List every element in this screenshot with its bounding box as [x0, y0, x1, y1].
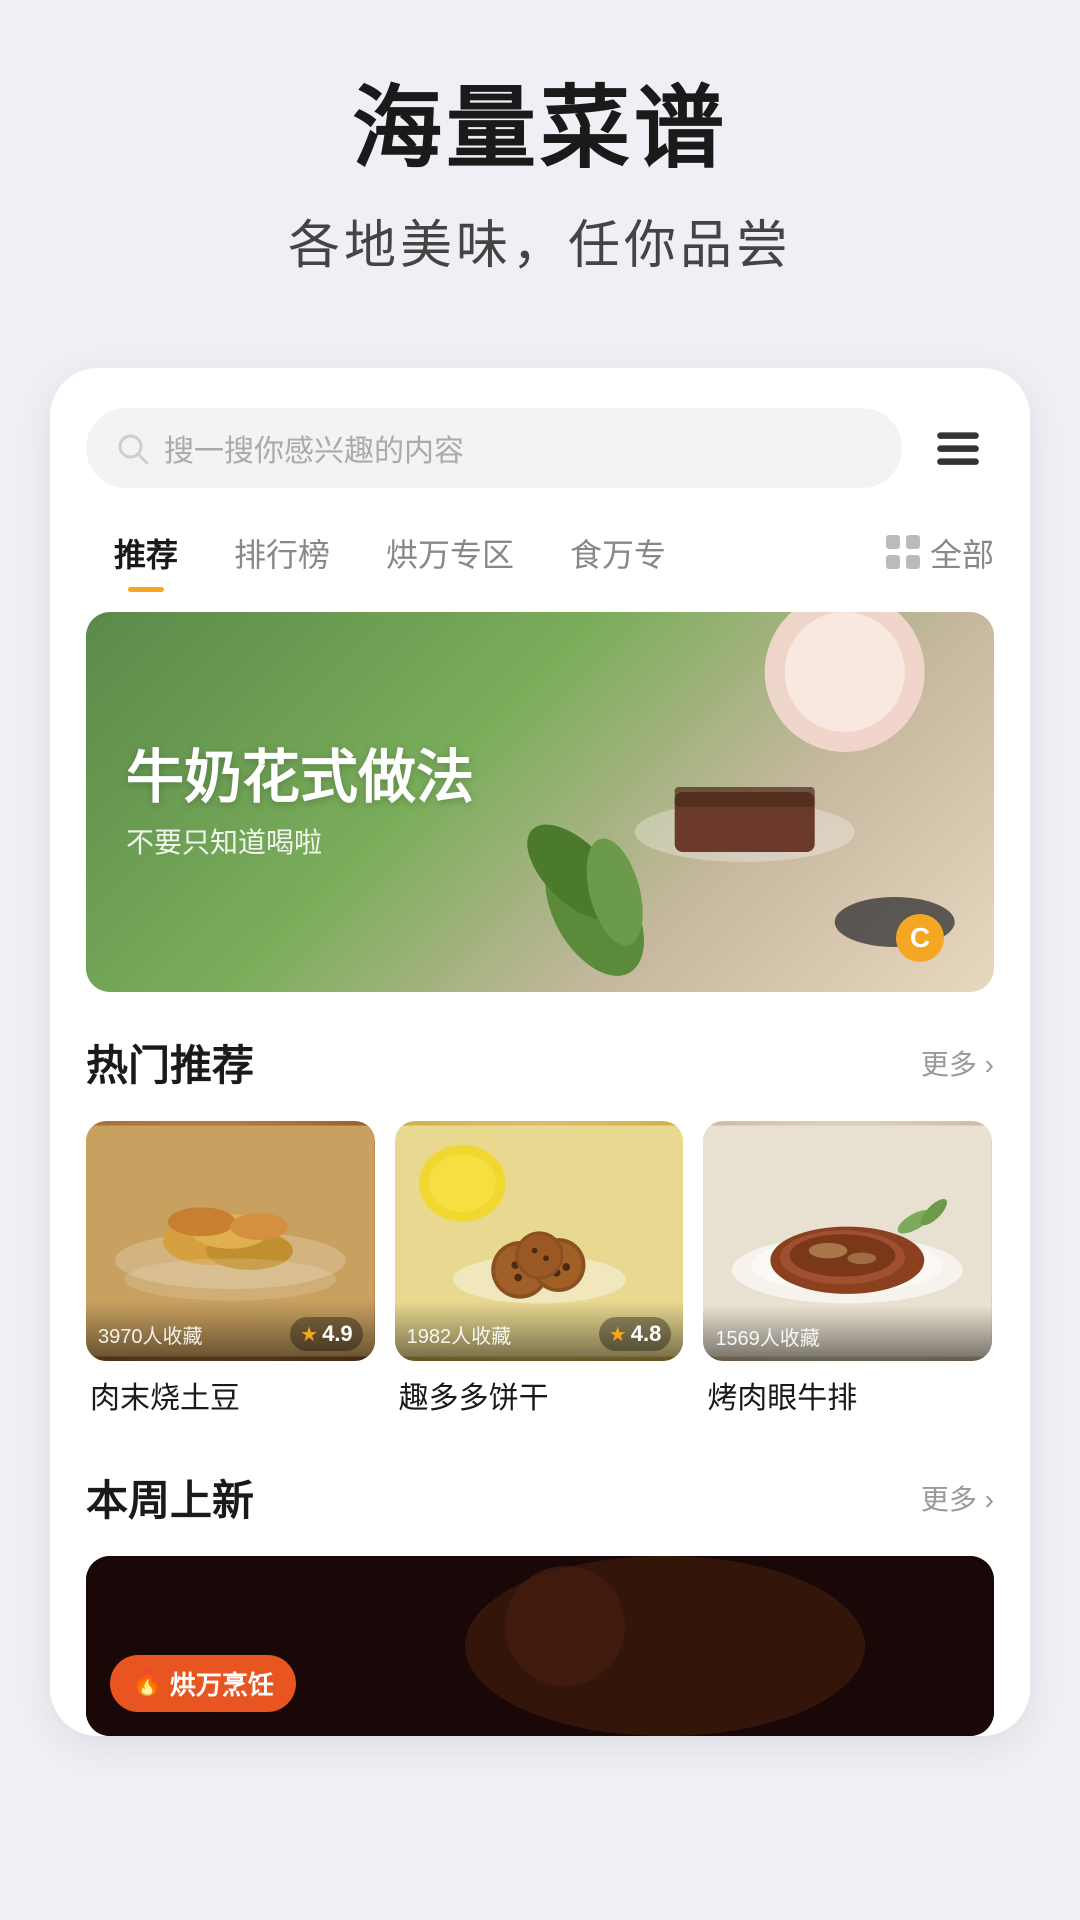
card-2-collectors: 1982人收藏 [407, 1320, 512, 1349]
app-card: 搜一搜你感兴趣的内容 推荐 排行榜 烘万专区 食万专 [50, 368, 1030, 1736]
hot-section-more[interactable]: 更多 › [921, 1043, 994, 1083]
star-icon-1: ★ [300, 1322, 318, 1347]
new-card-badge: 🔥 烘万烹饪 [110, 1655, 296, 1712]
card-3-collectors: 1569人收藏 [715, 1322, 820, 1351]
new-section-title: 本周上新 [86, 1467, 254, 1528]
new-section: 本周上新 更多 › 🔥 烘万烹饪 [50, 1437, 1030, 1736]
search-placeholder-text: 搜一搜你感兴趣的内容 [164, 426, 464, 470]
banner[interactable]: 牛奶花式做法 不要只知道喝啦 C [86, 612, 994, 992]
card-2-rating: ★ 4.8 [599, 1317, 672, 1351]
banner-text: 牛奶花式做法 不要只知道喝啦 [126, 743, 474, 861]
tab-food[interactable]: 食万专 [542, 518, 694, 588]
new-section-header: 本周上新 更多 › [86, 1467, 994, 1528]
food-card-2-name: 趣多多饼干 [395, 1373, 684, 1417]
food-card-2-image: 1982人收藏 ★ 4.8 [395, 1121, 684, 1361]
hero-sub-title: 各地美味，任你品尝 [40, 203, 1040, 278]
tab-all[interactable]: 全部 [886, 530, 994, 576]
food-card-1-name: 肉末烧土豆 [86, 1373, 375, 1417]
tab-ranking[interactable]: 排行榜 [206, 518, 358, 588]
card-2-overlay: 1982人收藏 ★ 4.8 [395, 1301, 684, 1361]
card-1-rating-num: 4.9 [322, 1321, 353, 1347]
food-card-3[interactable]: 1569人收藏 烤肉眼牛排 [703, 1121, 992, 1417]
hot-section-header: 热门推荐 更多 › [86, 1032, 994, 1093]
food-cards-row: 3970人收藏 ★ 4.9 肉末烧土豆 [86, 1121, 994, 1417]
food-card-3-image: 1569人收藏 [703, 1121, 992, 1361]
hot-section-title: 热门推荐 [86, 1032, 254, 1093]
new-week-card[interactable]: 🔥 烘万烹饪 [86, 1556, 994, 1736]
tab-active-indicator [128, 587, 164, 592]
tabs-row: 推荐 排行榜 烘万专区 食万专 全部 [50, 518, 1030, 588]
banner-subtitle: 不要只知道喝啦 [126, 821, 474, 861]
search-bar-row: 搜一搜你感兴趣的内容 [50, 408, 1030, 488]
menu-icon [932, 422, 984, 474]
food-card-1-image: 3970人收藏 ★ 4.9 [86, 1121, 375, 1361]
badge-text: 烘万烹饪 [170, 1665, 274, 1702]
tab-baking[interactable]: 烘万专区 [358, 518, 542, 588]
card-1-collectors: 3970人收藏 [98, 1320, 203, 1349]
food-card-2[interactable]: 1982人收藏 ★ 4.8 趣多多饼干 [395, 1121, 684, 1417]
tab-recommended[interactable]: 推荐 [86, 518, 206, 588]
star-icon-2: ★ [609, 1322, 627, 1347]
banner-logo: C [896, 914, 944, 962]
fire-icon: 🔥 [132, 1669, 162, 1698]
search-icon [114, 430, 150, 466]
grid-icon [886, 535, 922, 571]
hero-section: 海量菜谱 各地美味，任你品尝 [0, 0, 1080, 338]
hero-main-title: 海量菜谱 [40, 80, 1040, 179]
food-card-1[interactable]: 3970人收藏 ★ 4.9 肉末烧土豆 [86, 1121, 375, 1417]
search-input-wrap[interactable]: 搜一搜你感兴趣的内容 [86, 408, 902, 488]
food-card-3-name: 烤肉眼牛排 [703, 1373, 992, 1417]
card-1-overlay: 3970人收藏 ★ 4.9 [86, 1301, 375, 1361]
card-1-rating: ★ 4.9 [290, 1317, 363, 1351]
card-2-rating-num: 4.8 [631, 1321, 662, 1347]
hot-section: 热门推荐 更多 › [50, 992, 1030, 1437]
banner-title: 牛奶花式做法 [126, 743, 474, 813]
menu-icon-button[interactable] [922, 412, 994, 484]
card-3-overlay: 1569人收藏 [703, 1306, 992, 1361]
new-section-more[interactable]: 更多 › [921, 1478, 994, 1518]
